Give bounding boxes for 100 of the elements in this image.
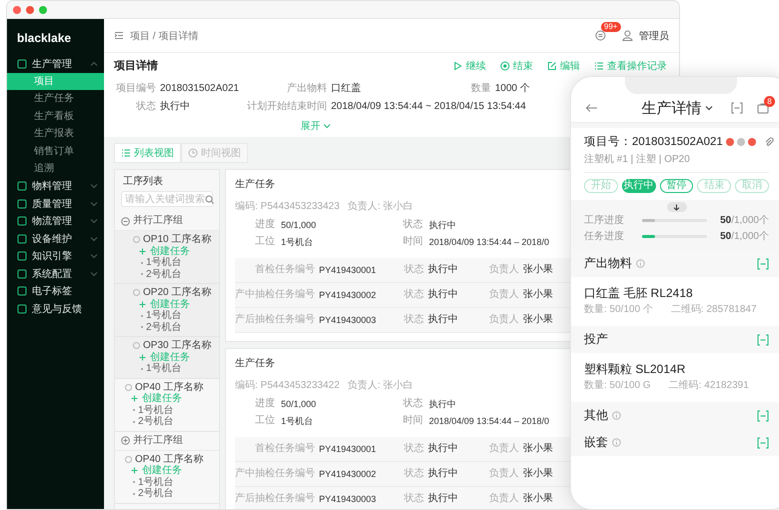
field-label: 进度 (254, 219, 275, 231)
sidebar-item[interactable]: 物料管理 (7, 178, 104, 195)
scan-icon[interactable] (757, 436, 769, 448)
machine-item[interactable]: 2号机台 (138, 416, 174, 428)
progress-label: 工序进度 (584, 214, 625, 227)
field-label: 工位 (254, 236, 275, 248)
field-label: 首检任务编号 (254, 264, 315, 276)
scan-icon[interactable] (731, 102, 743, 114)
field-value: 张小果 (523, 314, 553, 326)
sidebar-item[interactable]: 质量管理 (7, 195, 104, 212)
sidebar-item[interactable]: 生产报表 (7, 125, 104, 142)
sidebar-item[interactable]: 系统配置 (7, 265, 104, 282)
page-title: 项目详情 (114, 58, 158, 73)
list-icon (594, 60, 604, 70)
field-value: 张小果 (523, 443, 553, 455)
tree-item[interactable]: OP20 工序名称 (133, 287, 217, 298)
field-value: 1号机台 (281, 415, 314, 427)
machine-item[interactable]: 1号机台 (146, 257, 182, 268)
paperclip-icon[interactable] (764, 137, 774, 147)
plus-icon (139, 354, 146, 361)
field-value: PY419430001 (319, 264, 378, 276)
field-label: 项目编号 (115, 83, 156, 95)
close-button[interactable] (13, 6, 21, 14)
maximize-button[interactable] (39, 6, 47, 14)
tree-item[interactable]: OP30 工序名称 (133, 340, 217, 352)
field-value: 张小果 (523, 289, 553, 301)
machine-item[interactable]: 2号机台 (146, 268, 182, 280)
field-value: 执行中 (160, 101, 190, 113)
field-label: 状态 (404, 443, 424, 455)
tree-item[interactable]: 并行工序组 (115, 432, 219, 450)
edit-icon (547, 60, 557, 70)
sidebar-item[interactable]: 生产看板 (7, 108, 104, 125)
field-value: 执行中 (429, 219, 456, 231)
field-value: 2018/04/09 13:54:44 ~ 2018/04/15 13:54:44 (331, 101, 526, 113)
task-code: 编码: P5443453233422 (235, 380, 340, 392)
machine-item[interactable]: 1号机台 (146, 363, 182, 374)
machine-item[interactable]: 2号机台 (146, 322, 182, 333)
notification-badge: 99+ (601, 22, 621, 32)
section-title: 产出物料 (584, 255, 632, 272)
notification-badge: 8 (764, 96, 775, 107)
field-value: 执行中 (428, 289, 458, 301)
field-value: 张小果 (523, 264, 553, 276)
machine-item[interactable]: 1号机台 (138, 404, 174, 416)
field-label: 状态 (402, 398, 423, 410)
sidebar-item[interactable]: 知识引擎 (7, 248, 104, 265)
play-icon (453, 60, 463, 70)
bag-icon[interactable] (757, 102, 769, 114)
progress-reading: 50/1,000个 (720, 214, 769, 227)
user-name[interactable]: 管理员 (639, 28, 669, 42)
square-icon (17, 268, 27, 279)
material-quantity: 数量: 50/100 G (584, 380, 651, 392)
machine-item[interactable]: 1号机台 (146, 310, 182, 322)
message-icon[interactable] (595, 30, 606, 41)
field-label: 产后抽检任务编号 (235, 314, 315, 326)
sidebar-item[interactable]: 生产任务 (7, 90, 104, 108)
tree-item[interactable]: OP10 工序名称 (133, 234, 217, 246)
sidebar-item[interactable]: 销售订单 (7, 142, 104, 160)
field-value: 张小果 (523, 493, 553, 505)
tree-item[interactable]: OP40 工序名称 (125, 382, 217, 393)
field-label: 工位 (254, 415, 275, 427)
menu-icon[interactable] (114, 31, 124, 40)
square-icon (17, 181, 27, 192)
collapse-button[interactable] (666, 202, 686, 212)
sidebar-item[interactable]: 设备维护 (7, 230, 104, 248)
task-owner: 负责人: 张小白 (348, 380, 414, 392)
plus-icon (139, 300, 146, 308)
square-icon (17, 286, 27, 296)
field-value: PY419430003 (319, 493, 378, 505)
back-arrow-icon[interactable] (585, 103, 598, 113)
minimize-button[interactable] (26, 6, 34, 14)
sidebar-item[interactable]: 物流管理 (7, 212, 104, 230)
field-value: 2018/04/09 13:54:44 – 2018/0 (429, 236, 550, 248)
plus-icon (131, 395, 138, 402)
search-icon (205, 194, 214, 204)
field-label: 产中抽检任务编号 (235, 289, 315, 301)
sidebar-item[interactable]: 生产管理 (7, 55, 104, 72)
material-name: 塑料颗粒 SL2014R (584, 362, 686, 376)
sidebar-item[interactable]: 追溯 (7, 160, 104, 178)
field-value: PY419430003 (319, 314, 378, 326)
scan-icon[interactable] (757, 334, 769, 346)
scan-icon[interactable] (757, 410, 769, 422)
sidebar-item[interactable]: 电子标签 (7, 282, 104, 300)
task-code: 编码: P5443453233423 (235, 201, 340, 213)
field-value: 张小果 (523, 468, 553, 480)
title-dropdown[interactable]: 生产详情 (642, 98, 712, 118)
field-label: 负责人 (489, 468, 519, 480)
field-label: 负责人 (489, 314, 519, 326)
square-icon (17, 251, 27, 262)
field-value: 执行中 (428, 314, 458, 326)
sidebar-item[interactable]: 意见与反馈 (7, 300, 104, 318)
machine-item[interactable]: 1号机台 (138, 476, 174, 488)
field-label: 数量 (470, 83, 491, 95)
scan-icon[interactable] (757, 258, 769, 270)
field-label: 状态 (404, 468, 424, 480)
field-value: 口红盖 (331, 83, 361, 95)
panel-title: 工序列表 (122, 174, 164, 189)
field-label: 首检任务编号 (254, 443, 315, 455)
machine-item[interactable]: 2号机台 (138, 488, 174, 500)
tree-item[interactable]: OP40 工序名称 (125, 454, 217, 465)
circle-icon (133, 236, 140, 244)
